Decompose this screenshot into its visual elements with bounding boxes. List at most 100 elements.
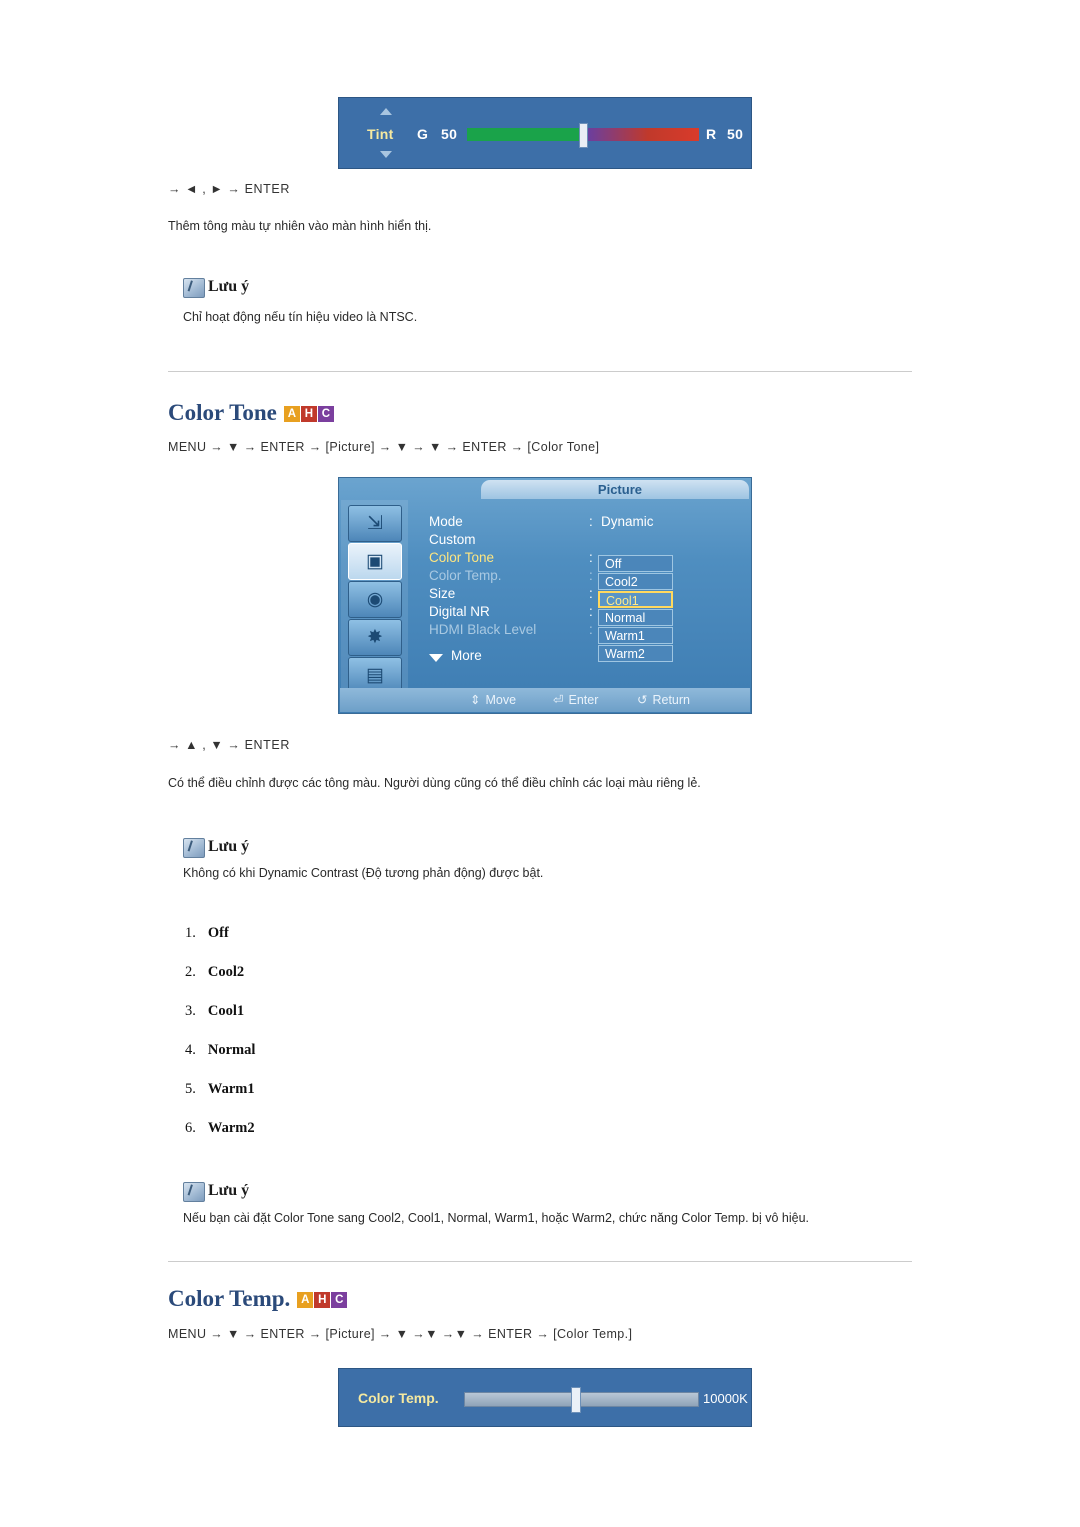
document-page: Tint G 50 R 50 → ◄ , ► → ENTER Thêm tông… <box>0 0 1080 1527</box>
osd-row-mode-value: Dynamic <box>601 514 654 529</box>
osd-tint-label: Tint <box>367 126 394 142</box>
tint-nav-line: → ◄ , ► → ENTER <box>168 182 290 196</box>
osd-row-digital-nr-label: Digital NR <box>429 604 490 619</box>
tint-description: Thêm tông màu tự nhiên vào màn hình hiển… <box>168 219 432 233</box>
list-item: 5. Warm1 <box>185 1081 255 1098</box>
color-tone-heading: Color Tone A H C <box>168 397 335 426</box>
osd-row-size-colon: : <box>589 586 593 601</box>
dropdown-option-normal[interactable]: Normal <box>598 609 673 626</box>
list-item: 2. Cool2 <box>185 964 244 981</box>
osd-color-temp-value: 10000K <box>703 1391 748 1406</box>
input-icon[interactable]: ⇲ <box>348 505 402 542</box>
list-item: 4. Normal <box>185 1042 255 1059</box>
color-tone-note-title: Lưu ý <box>208 838 250 855</box>
osd-tint-green-label: G <box>417 126 429 142</box>
osd-footer-return[interactable]: ↺ Return <box>637 692 690 707</box>
osd-picture-titlebar: Picture <box>481 480 749 499</box>
color-tone-menupath: MENU → ▼ → ENTER → [Picture] → ▼ → ▼ → E… <box>168 440 600 454</box>
color-tone-description: Có thể điều chỉnh được các tông màu. Ngư… <box>168 776 701 790</box>
dropdown-option-cool2[interactable]: Cool2 <box>598 573 673 590</box>
list-item-label: Cool2 <box>207 964 245 980</box>
list-item-number: 1. <box>185 925 196 941</box>
color-temp-heading-text: Color Temp. <box>168 1286 291 1311</box>
tint-note-body: Chỉ hoạt động nếu tín hiệu video là NTSC… <box>183 310 418 324</box>
osd-icon-column: ⇲ ▣ ◉ ✸ ▤ <box>341 500 408 694</box>
dropdown-option-warm2[interactable]: Warm2 <box>598 645 673 662</box>
osd-row-custom-label: Custom <box>429 532 476 547</box>
osd-tint-slider: Tint G 50 R 50 <box>338 97 752 169</box>
tint-note-title: Lưu ý <box>208 278 250 295</box>
list-item: 1. Off <box>185 925 229 942</box>
list-item-label: Warm1 <box>207 1081 255 1097</box>
chevron-down-icon <box>429 654 443 662</box>
return-icon: ↺ <box>637 693 648 707</box>
osd-tint-knob <box>579 123 588 148</box>
osd-row-mode-label: Mode <box>429 514 463 529</box>
osd-footer: ⇕ Move ⏎ Enter ↺ Return <box>340 688 750 712</box>
color-temp-heading: Color Temp. A H C <box>168 1283 348 1312</box>
osd-color-temp-slider: Color Temp. 10000K <box>338 1368 752 1427</box>
osd-color-temp-knob <box>571 1387 581 1413</box>
list-item: 6. Warm2 <box>185 1120 255 1137</box>
osd-row-mode-colon: : <box>589 514 593 529</box>
badge-c: C <box>331 1292 348 1308</box>
osd-picture-title: Picture <box>597 482 642 497</box>
badge-h: H <box>300 406 317 422</box>
dropdown-option-cool1[interactable]: Cool1 <box>598 591 673 608</box>
osd-row-size-label: Size <box>429 586 456 601</box>
osd-color-temp-track <box>464 1392 699 1407</box>
divider-2 <box>168 1261 912 1262</box>
osd-footer-move[interactable]: ⇕ Move <box>470 692 516 707</box>
arrow-down-icon <box>380 151 392 158</box>
osd-row-color-tone-label: Color Tone <box>429 550 495 565</box>
color-tone-note2-body: Nếu bạn cài đặt Color Tone sang Cool2, C… <box>183 1211 810 1225</box>
osd-row-color-tone-colon: : <box>589 550 593 565</box>
osd-row-digital-nr-colon: : <box>589 604 593 619</box>
osd-row-color-temp-colon: : <box>589 568 593 583</box>
list-item: 3. Cool1 <box>185 1003 244 1020</box>
dropdown-option-warm1[interactable]: Warm1 <box>598 627 673 644</box>
osd-row-hdmi-black-level-colon: : <box>589 622 593 637</box>
dropdown-option-off[interactable]: Off <box>598 555 673 572</box>
color-temp-menupath: MENU → ▼ → ENTER → [Picture] → ▼ →▼ →▼ →… <box>168 1327 633 1341</box>
osd-footer-return-label: Return <box>652 693 691 707</box>
color-tone-heading-text: Color Tone <box>168 400 277 425</box>
osd-footer-enter[interactable]: ⏎ Enter <box>553 692 598 707</box>
osd-row-hdmi-black-level-label: HDMI Black Level <box>429 622 537 637</box>
list-item-number: 6. <box>185 1120 196 1136</box>
list-item-number: 5. <box>185 1081 196 1097</box>
list-item-label: Cool1 <box>207 1003 245 1019</box>
osd-tint-red-label: R <box>706 126 717 142</box>
list-item-number: 4. <box>185 1042 196 1058</box>
color-temp-badges: AHC <box>297 1283 348 1309</box>
osd-tint-green-value: 50 <box>441 126 458 142</box>
osd-picture-menu: Picture ⇲ ▣ ◉ ✸ ▤ Mode : Dynamic Custom … <box>338 477 752 714</box>
color-tone-badges: AHC <box>283 397 335 423</box>
move-icon: ⇕ <box>470 693 481 707</box>
color-tone-nav-line: → ▲ , ▼ → ENTER <box>168 738 290 752</box>
list-item-number: 2. <box>185 964 196 980</box>
badge-h: H <box>314 1292 331 1308</box>
list-item-label: Normal <box>207 1042 256 1058</box>
arrow-up-icon <box>380 108 392 115</box>
divider-1 <box>168 371 912 372</box>
note-icon <box>183 1182 205 1202</box>
osd-more-label[interactable]: More <box>451 648 482 663</box>
badge-c: C <box>317 406 334 422</box>
color-tone-note-body: Không có khi Dynamic Contrast (Độ tương … <box>183 866 544 880</box>
osd-footer-enter-label: Enter <box>568 693 599 707</box>
badge-a: A <box>297 1292 314 1308</box>
list-item-label: Warm2 <box>207 1120 255 1136</box>
osd-tint-red-value: 50 <box>727 126 744 142</box>
setup-icon[interactable]: ✸ <box>348 619 402 656</box>
enter-icon: ⏎ <box>553 693 564 707</box>
list-item-label: Off <box>207 925 229 941</box>
list-item-number: 3. <box>185 1003 196 1019</box>
sound-icon[interactable]: ◉ <box>348 581 402 618</box>
note-icon <box>183 838 205 858</box>
osd-row-color-temp-label: Color Temp. <box>429 568 502 583</box>
osd-color-temp-label: Color Temp. <box>358 1390 439 1406</box>
note-icon <box>183 278 205 298</box>
picture-icon[interactable]: ▣ <box>348 543 402 580</box>
osd-footer-move-label: Move <box>485 693 517 707</box>
